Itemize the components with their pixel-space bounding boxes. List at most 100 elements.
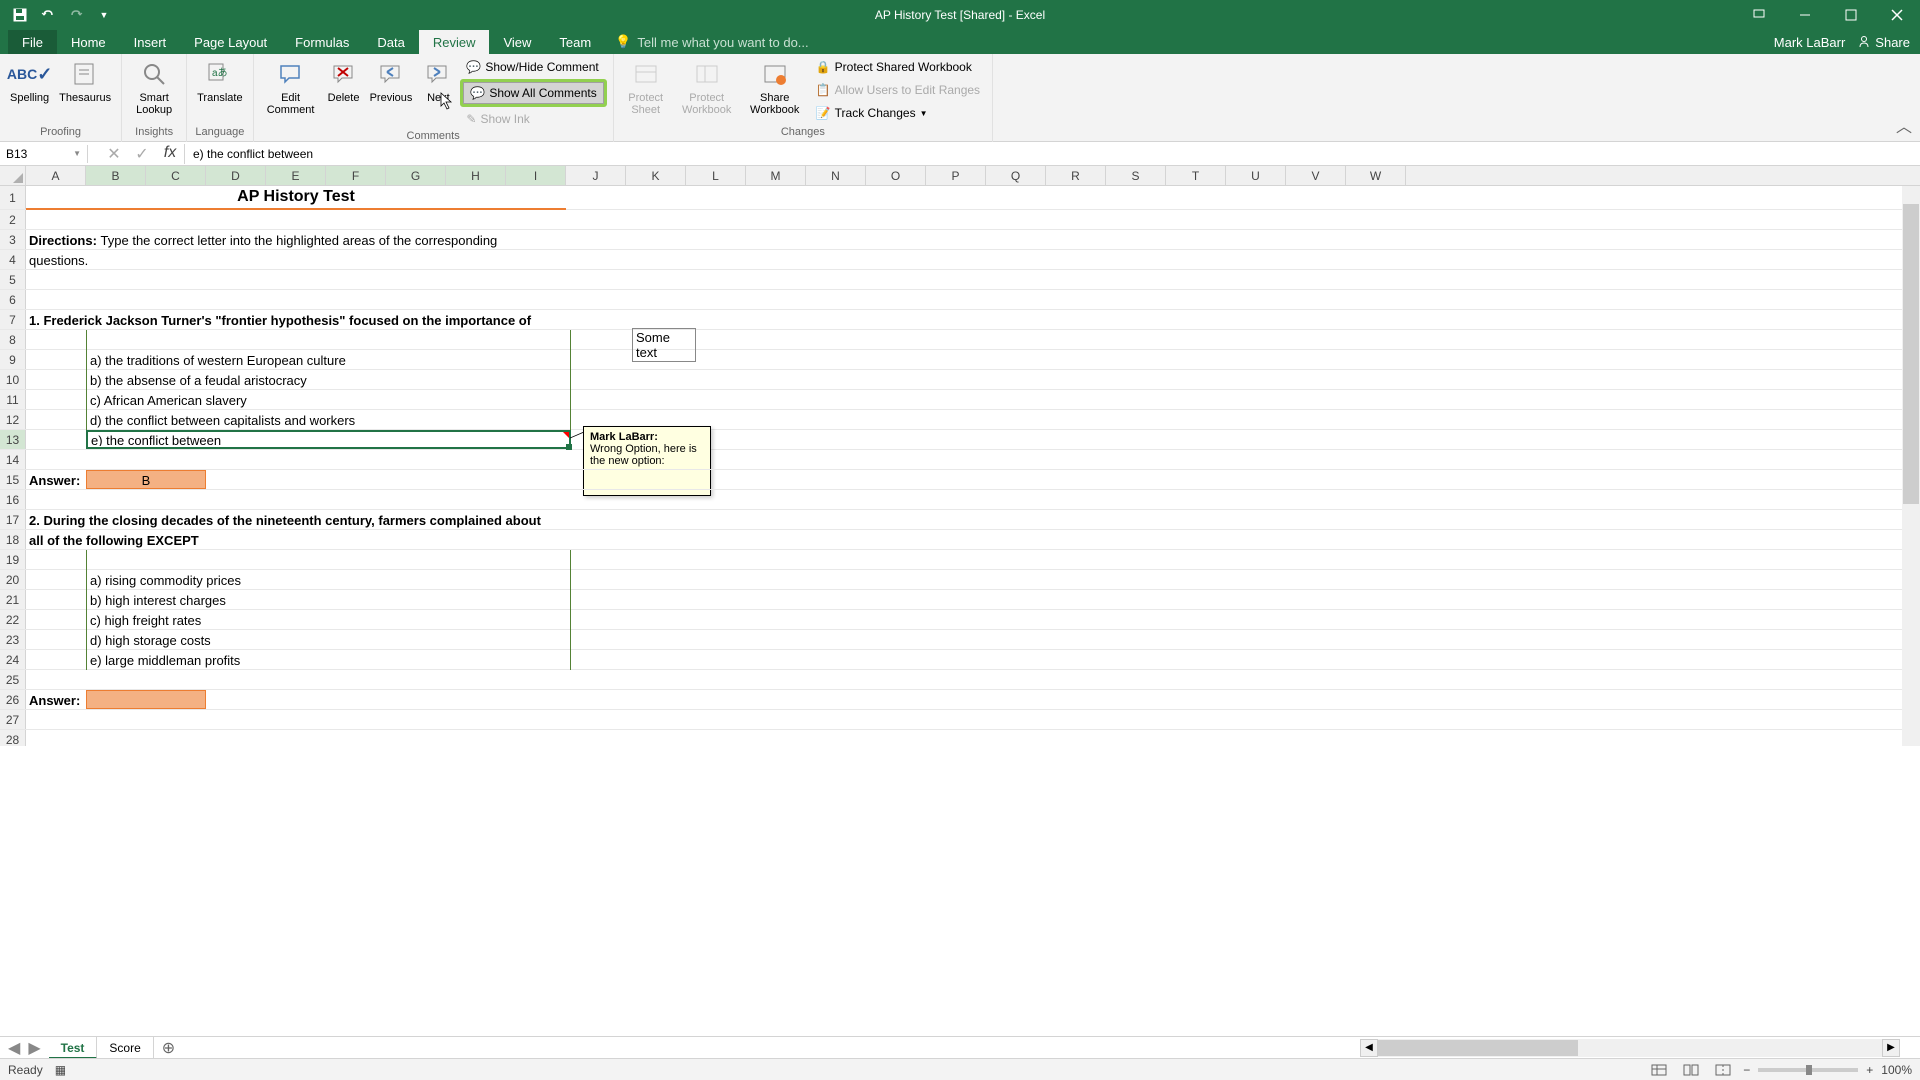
tab-page-layout[interactable]: Page Layout: [180, 30, 281, 54]
vertical-scrollbar[interactable]: [1902, 186, 1920, 746]
col-header[interactable]: C: [146, 166, 206, 185]
row-header[interactable]: 15: [0, 470, 26, 489]
col-header[interactable]: M: [746, 166, 806, 185]
formula-input[interactable]: e) the conflict between: [185, 145, 1920, 163]
previous-comment-button[interactable]: Previous: [366, 56, 417, 106]
row-header[interactable]: 22: [0, 610, 26, 629]
answer-cell-q1[interactable]: B: [86, 470, 206, 489]
col-header[interactable]: R: [1046, 166, 1106, 185]
name-box[interactable]: B13 ▼: [0, 145, 88, 163]
tab-formulas[interactable]: Formulas: [281, 30, 363, 54]
sheet-nav-next-icon[interactable]: ▶: [28, 1038, 40, 1058]
row-header[interactable]: 25: [0, 670, 26, 689]
tab-insert[interactable]: Insert: [120, 30, 181, 54]
qat-dropdown-icon[interactable]: ▼: [92, 3, 116, 27]
col-header[interactable]: O: [866, 166, 926, 185]
col-header[interactable]: H: [446, 166, 506, 185]
col-header[interactable]: S: [1106, 166, 1166, 185]
col-header[interactable]: D: [206, 166, 266, 185]
close-icon[interactable]: [1874, 0, 1920, 30]
zoom-out-button[interactable]: −: [1743, 1063, 1750, 1077]
row-header[interactable]: 4: [0, 250, 26, 269]
user-name[interactable]: Mark LaBarr: [1774, 35, 1846, 50]
row-header[interactable]: 16: [0, 490, 26, 509]
zoom-in-button[interactable]: +: [1866, 1063, 1873, 1077]
scrollbar-thumb[interactable]: [1903, 204, 1919, 504]
edit-comment-button[interactable]: Edit Comment: [260, 56, 322, 118]
show-all-comments-button[interactable]: 💬 Show All Comments: [463, 82, 603, 104]
sheet-nav-prev-icon[interactable]: ◀: [8, 1038, 20, 1058]
row-header[interactable]: 28: [0, 730, 26, 746]
col-header[interactable]: Q: [986, 166, 1046, 185]
minimize-icon[interactable]: [1782, 0, 1828, 30]
row-header[interactable]: 18: [0, 530, 26, 549]
col-header[interactable]: U: [1226, 166, 1286, 185]
col-header[interactable]: L: [686, 166, 746, 185]
answer-cell-q2[interactable]: [86, 690, 206, 709]
row-header[interactable]: 24: [0, 650, 26, 669]
track-changes-button[interactable]: 📝 Track Changes ▼: [810, 102, 986, 124]
save-icon[interactable]: [8, 3, 32, 27]
row-header[interactable]: 19: [0, 550, 26, 569]
maximize-icon[interactable]: [1828, 0, 1874, 30]
allow-edit-ranges-button[interactable]: 📋 Allow Users to Edit Ranges: [810, 79, 986, 101]
row-header[interactable]: 6: [0, 290, 26, 309]
col-header[interactable]: K: [626, 166, 686, 185]
col-header[interactable]: B: [86, 166, 146, 185]
tell-me-search[interactable]: 💡 Tell me what you want to do...: [615, 34, 808, 50]
share-button[interactable]: Share: [1857, 35, 1910, 50]
show-hide-comment-button[interactable]: 💬 Show/Hide Comment: [460, 56, 606, 78]
redo-icon[interactable]: [64, 3, 88, 27]
sheet-tab-test[interactable]: Test: [49, 1037, 98, 1059]
col-header[interactable]: A: [26, 166, 86, 185]
col-header[interactable]: G: [386, 166, 446, 185]
col-header[interactable]: P: [926, 166, 986, 185]
row-header[interactable]: 11: [0, 390, 26, 409]
col-header[interactable]: J: [566, 166, 626, 185]
scroll-left-icon[interactable]: ◀: [1360, 1039, 1378, 1057]
row-header[interactable]: 14: [0, 450, 26, 469]
macro-record-icon[interactable]: ▦: [55, 1063, 66, 1077]
show-ink-button[interactable]: ✎ Show Ink: [460, 108, 606, 130]
col-header[interactable]: E: [266, 166, 326, 185]
row-header[interactable]: 27: [0, 710, 26, 729]
tab-file[interactable]: File: [8, 30, 57, 54]
cancel-formula-icon[interactable]: ✕: [104, 144, 124, 164]
row-header[interactable]: 23: [0, 630, 26, 649]
row-header[interactable]: 13: [0, 430, 26, 449]
tab-home[interactable]: Home: [57, 30, 120, 54]
add-sheet-button[interactable]: ⊕: [154, 1036, 183, 1060]
row-header[interactable]: 1: [0, 186, 26, 209]
row-header[interactable]: 2: [0, 210, 26, 229]
collapse-ribbon-icon[interactable]: ︿: [1896, 113, 1912, 137]
delete-comment-button[interactable]: Delete: [324, 56, 364, 106]
tab-data[interactable]: Data: [363, 30, 418, 54]
spelling-button[interactable]: ABC✓ Spelling: [6, 56, 53, 106]
view-page-break-icon[interactable]: [1711, 1061, 1735, 1079]
row-header[interactable]: 7: [0, 310, 26, 329]
scroll-right-icon[interactable]: ▶: [1882, 1039, 1900, 1057]
col-header[interactable]: W: [1346, 166, 1406, 185]
zoom-percent[interactable]: 100%: [1881, 1063, 1912, 1077]
undo-icon[interactable]: [36, 3, 60, 27]
row-header[interactable]: 10: [0, 370, 26, 389]
view-normal-icon[interactable]: [1647, 1061, 1671, 1079]
scrollbar-thumb[interactable]: [1378, 1040, 1578, 1056]
ribbon-display-icon[interactable]: [1736, 0, 1782, 30]
row-header[interactable]: 3: [0, 230, 26, 249]
col-header[interactable]: I: [506, 166, 566, 185]
protect-shared-button[interactable]: 🔒 Protect Shared Workbook: [810, 56, 986, 78]
col-header[interactable]: T: [1166, 166, 1226, 185]
select-all-corner[interactable]: [0, 166, 26, 185]
tab-team[interactable]: Team: [545, 30, 605, 54]
translate-button[interactable]: aあ Translate: [193, 56, 246, 106]
view-page-layout-icon[interactable]: [1679, 1061, 1703, 1079]
col-header[interactable]: N: [806, 166, 866, 185]
row-header[interactable]: 8: [0, 330, 26, 349]
row-header[interactable]: 5: [0, 270, 26, 289]
row-header[interactable]: 21: [0, 590, 26, 609]
tab-view[interactable]: View: [489, 30, 545, 54]
thesaurus-button[interactable]: Thesaurus: [55, 56, 115, 106]
tab-review[interactable]: Review: [419, 30, 490, 54]
fx-icon[interactable]: fx: [160, 144, 180, 164]
